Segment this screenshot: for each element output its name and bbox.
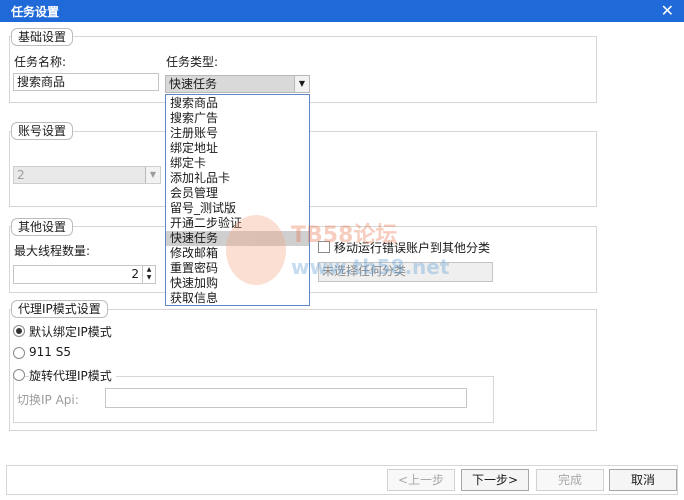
finish-button[interactable]: 完成 xyxy=(536,469,604,491)
dropdown-option[interactable]: 绑定卡 xyxy=(166,156,309,171)
proxy-settings-legend: 代理IP模式设置 xyxy=(11,300,108,318)
account-combo-value: 2 xyxy=(17,168,25,182)
move-error-label: 移动运行错误账户到其他分类 xyxy=(334,241,491,255)
radio-rotate-proxy[interactable] xyxy=(13,369,25,381)
title-bar: 任务设置 ✕ xyxy=(0,0,684,22)
max-threads-value: 2 xyxy=(131,267,139,281)
switch-api-label: 切换IP Api: xyxy=(17,393,79,407)
radio-911-s5-label: 911 S5 xyxy=(29,345,71,359)
basic-settings-legend: 基础设置 xyxy=(11,28,74,46)
dropdown-option[interactable]: 会员管理 xyxy=(166,186,309,201)
window-title: 任务设置 xyxy=(11,5,60,19)
dropdown-option[interactable]: 快速任务 xyxy=(166,231,309,246)
radio-default-ip-label: 默认绑定IP模式 xyxy=(29,325,112,339)
switch-api-input[interactable] xyxy=(105,388,467,408)
radio-911-s5[interactable] xyxy=(13,347,25,359)
dropdown-option[interactable]: 添加礼品卡 xyxy=(166,171,309,186)
dropdown-option[interactable]: 开通二步验证 xyxy=(166,216,309,231)
max-threads-label: 最大线程数量: xyxy=(14,244,91,258)
max-threads-spinner[interactable]: 2 ▲ ▼ xyxy=(13,265,156,284)
dropdown-option[interactable]: 修改邮箱 xyxy=(166,246,309,261)
category-field[interactable]: 未选择任何分类 xyxy=(318,262,493,282)
chevron-down-icon[interactable]: ▼ xyxy=(294,76,309,92)
close-icon[interactable]: ✕ xyxy=(661,1,674,20)
move-error-checkbox[interactable] xyxy=(318,241,330,253)
radio-rotate-proxy-label: 旋转代理IP模式 xyxy=(29,367,116,384)
task-name-input[interactable]: 搜索商品 xyxy=(13,73,159,91)
task-type-selected-value: 快速任务 xyxy=(169,77,218,91)
dropdown-option[interactable]: 注册账号 xyxy=(166,126,309,141)
dropdown-option[interactable]: 绑定地址 xyxy=(166,141,309,156)
chevron-down-icon: ▼ xyxy=(145,167,160,183)
other-settings-legend: 其他设置 xyxy=(11,218,74,236)
task-name-label: 任务名称: xyxy=(14,55,67,69)
task-type-label: 任务类型: xyxy=(166,55,219,69)
dropdown-option[interactable]: 留号_测试版 xyxy=(166,201,309,216)
task-type-dropdown[interactable]: 搜索商品 搜索广告 注册账号 绑定地址 绑定卡 添加礼品卡 会员管理 留号_测试版 开通二步验证… xyxy=(165,94,310,306)
account-settings-legend: 账号设置 xyxy=(11,122,74,140)
category-placeholder: 未选择任何分类 xyxy=(322,264,407,278)
dropdown-option[interactable]: 搜索广告 xyxy=(166,111,309,126)
dropdown-option[interactable]: 快速加购 xyxy=(166,276,309,291)
next-button[interactable]: 下一步> xyxy=(461,469,529,491)
dropdown-option[interactable]: 获取信息 xyxy=(166,291,309,306)
dropdown-option[interactable]: 重置密码 xyxy=(166,261,309,276)
account-combo: 2 ▼ xyxy=(13,166,161,184)
cancel-button[interactable]: 取消 xyxy=(609,469,677,491)
dropdown-option[interactable]: 搜索商品 xyxy=(166,96,309,111)
prev-button[interactable]: <上一步 xyxy=(387,469,455,491)
radio-default-ip[interactable] xyxy=(13,325,25,337)
task-type-select[interactable]: 快速任务 ▼ xyxy=(165,75,310,93)
spinner-arrows-icon[interactable]: ▲ ▼ xyxy=(142,266,155,283)
